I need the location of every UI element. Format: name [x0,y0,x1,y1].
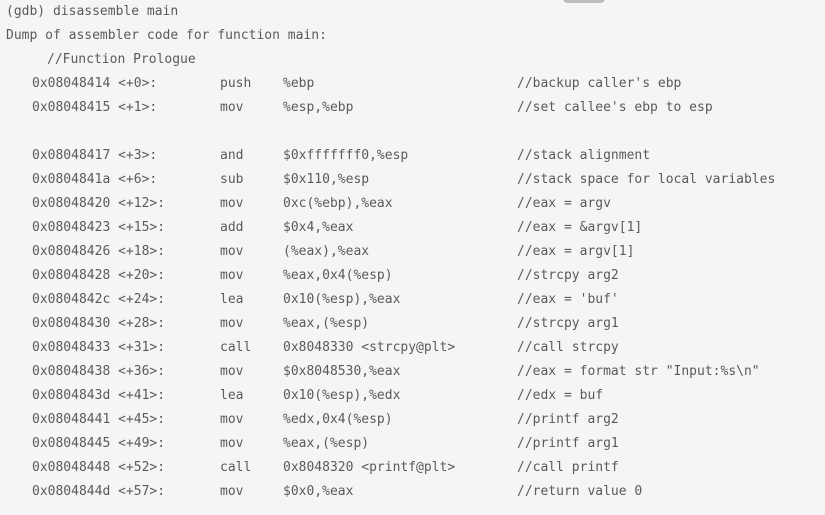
comment: //call printf [517,460,619,475]
comment: //strcpy arg1 [517,316,619,331]
address: 0x08048414 <+0>: [32,76,158,91]
opcode: lea [220,388,244,403]
opcode: call [220,460,252,475]
asm-line: 0x08048414 <+0>: push %ebp //backup caller'… [0,72,825,96]
comment: //printf arg1 [517,436,619,451]
operands: $0x0,%eax [283,484,354,499]
operands: %eax,(%esp) [283,316,370,331]
operands: 0xc(%ebp),%eax [283,196,393,211]
address: 0x08048441 <+45>: [32,412,166,427]
comment: //stack alignment [517,148,651,163]
asm-line: 0x08048433 <+31>: call 0x8048330 <strcpy@p… [0,336,825,360]
opcode: and [220,148,244,163]
gdb-command: (gdb) disassemble main [6,4,179,19]
opcode: mov [220,100,244,115]
address: 0x0804842c <+24>: [32,292,166,307]
comment: //eax = argv [517,196,611,211]
comment: //eax = &argv[1] [517,220,643,235]
comment: //eax = format str "Input:%s\n" [517,364,760,379]
address: 0x08048445 <+49>: [32,436,166,451]
operands: %eax,0x4(%esp) [283,268,393,283]
operands: $0x4,%eax [283,220,354,235]
asm-line: 0x08048420 <+12>: mov 0xc(%ebp),%eax //eax … [0,192,825,216]
asm-line: 0x0804841a <+6>: sub $0x110,%esp //stack sp… [0,168,825,192]
operands: 0x8048320 <printf@plt> [283,460,456,475]
operands: $0xfffffff0,%esp [283,148,409,163]
opcode: mov [220,412,244,427]
comment: //backup caller's ebp [517,76,682,91]
opcode: mov [220,268,244,283]
comment: //set callee's ebp to esp [517,100,713,115]
operands: 0x8048330 <strcpy@plt> [283,340,456,355]
comment: //printf arg2 [517,412,619,427]
opcode: sub [220,172,244,187]
operands: 0x10(%esp),%eax [283,292,401,307]
address: 0x08048420 <+12>: [32,196,166,211]
opcode: add [220,220,244,235]
operands: %ebp [283,76,315,91]
address: 0x0804841a <+6>: [32,172,158,187]
opcode: mov [220,484,244,499]
asm-line: 0x08048438 <+36>: mov $0x8048530,%eax //eax… [0,360,825,384]
dump-header: Dump of assembler code for function main… [6,28,327,43]
comment: //eax = argv[1] [517,244,635,259]
opcode: push [220,76,252,91]
address: 0x08048448 <+52>: [32,460,166,475]
operands: (%eax),%eax [283,244,370,259]
asm-line: 0x08048445 <+49>: mov %eax,(%esp) //printf … [0,432,825,456]
asm-line: 0x08048448 <+52>: call 0x8048320 <printf@p… [0,456,825,480]
operands: 0x10(%esp),%edx [283,388,401,403]
scrollbar-thumb[interactable] [563,0,605,3]
comment: //edx = buf [517,388,604,403]
comment: //strcpy arg2 [517,268,619,283]
opcode: call [220,340,252,355]
asm-line: 0x08048415 <+1>: mov %esp,%ebp //set callee… [0,96,825,120]
asm-line: 0x0804842c <+24>: lea 0x10(%esp),%eax //eax… [0,288,825,312]
opcode: mov [220,364,244,379]
asm-line: 0x0804844d <+57>: mov $0x0,%eax //return va… [0,480,825,504]
asm-line: 0x08048428 <+20>: mov %eax,0x4(%esp) //strc… [0,264,825,288]
comment: //call strcpy [517,340,619,355]
comment: //return value 0 [517,484,643,499]
opcode: mov [220,244,244,259]
opcode: mov [220,196,244,211]
address: 0x08048415 <+1>: [32,100,158,115]
opcode: mov [220,316,244,331]
address: 0x08048426 <+18>: [32,244,166,259]
operands: %edx,0x4(%esp) [283,412,393,427]
address: 0x0804843d <+41>: [32,388,166,403]
operands: $0x8048530,%eax [283,364,401,379]
opcode: lea [220,292,244,307]
opcode: mov [220,436,244,451]
address: 0x08048430 <+28>: [32,316,166,331]
asm-line: 0x08048441 <+45>: mov %edx,0x4(%esp) //prin… [0,408,825,432]
asm-line: 0x08048430 <+28>: mov %eax,(%esp) //strcpy … [0,312,825,336]
operands: %eax,(%esp) [283,436,370,451]
address: 0x08048423 <+15>: [32,220,166,235]
section-comment: //Function Prologue [47,52,196,67]
asm-line: 0x08048423 <+15>: add $0x4,%eax //eax = &ar… [0,216,825,240]
address: 0x0804844d <+57>: [32,484,166,499]
address: 0x08048433 <+31>: [32,340,166,355]
asm-line: 0x08048417 <+3>: and $0xfffffff0,%esp //sta… [0,144,825,168]
operands: %esp,%ebp [283,100,354,115]
operands: $0x110,%esp [283,172,370,187]
address: 0x08048438 <+36>: [32,364,166,379]
asm-line: 0x08048426 <+18>: mov (%eax),%eax //eax = a… [0,240,825,264]
address: 0x08048417 <+3>: [32,148,158,163]
asm-line: 0x0804843d <+41>: lea 0x10(%esp),%edx //edx… [0,384,825,408]
comment: //stack space for local variables [517,172,776,187]
comment: //eax = 'buf' [517,292,619,307]
address: 0x08048428 <+20>: [32,268,166,283]
